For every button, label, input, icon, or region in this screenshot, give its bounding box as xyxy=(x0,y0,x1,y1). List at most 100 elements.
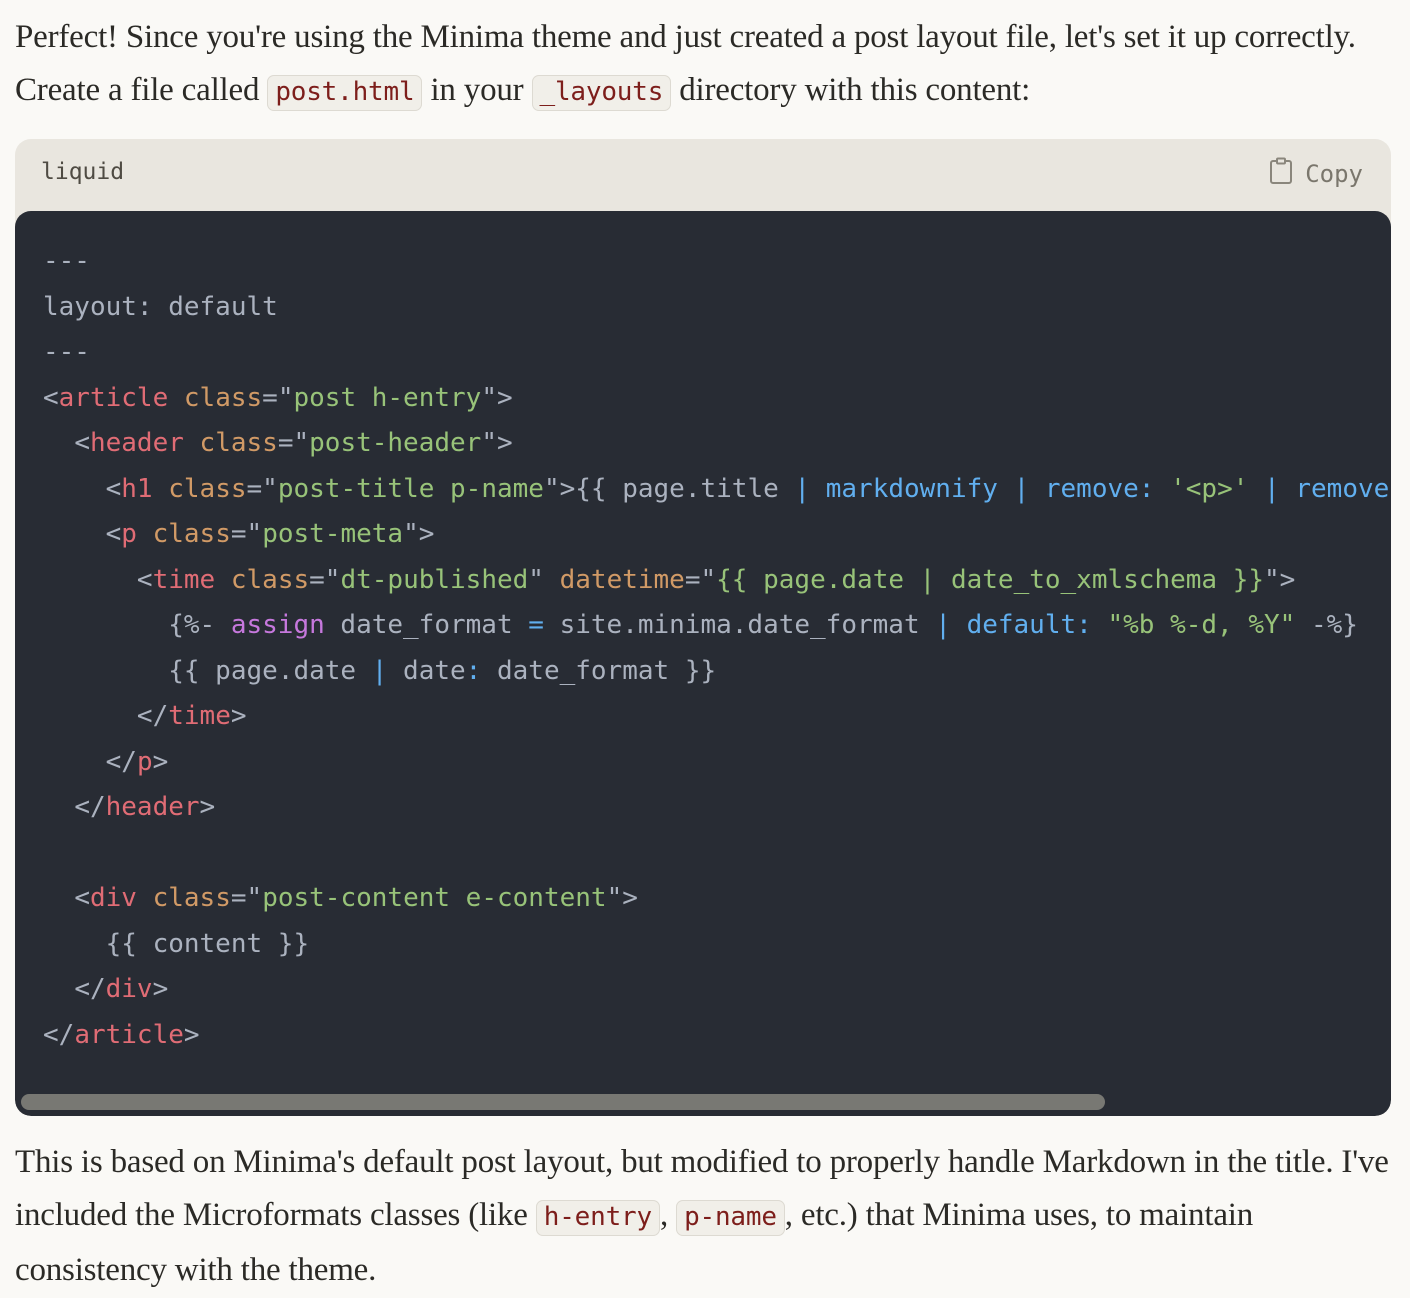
code-token: layout: default xyxy=(43,291,278,322)
code-token: --- xyxy=(43,246,90,276)
code-token: assign xyxy=(230,610,325,640)
code-token: class xyxy=(168,473,247,504)
code-token: post-header xyxy=(309,428,482,458)
code-token: </ xyxy=(43,1019,75,1050)
code-token: dt-published xyxy=(340,564,529,595)
code-token: | default: xyxy=(935,610,1092,640)
code-token: </ xyxy=(136,701,169,731)
code-token: < xyxy=(136,564,153,595)
code-token: "> xyxy=(481,382,513,413)
code-token: = xyxy=(528,610,544,640)
code-token: : xyxy=(465,655,482,686)
code-token: post-meta xyxy=(262,519,404,549)
code-token: date_format xyxy=(324,610,529,640)
code-block: liquid Copy --- layout: default --- <articl… xyxy=(15,139,1391,1116)
code-token: {{ page.title xyxy=(575,473,795,504)
code-token: class xyxy=(152,883,231,913)
code-token: > xyxy=(152,974,169,1004)
code-token: datetime xyxy=(559,564,685,595)
code-line: <article class="post h-entry"> xyxy=(43,376,1391,422)
code-token: date_format }} xyxy=(481,655,717,686)
code-line: {%- assign date_format = site.minima.dat… xyxy=(43,603,1391,649)
code-token: "> xyxy=(606,883,638,913)
code-line: {{ content }} xyxy=(43,922,1391,968)
clipboard-icon xyxy=(1269,157,1293,191)
code-token: > xyxy=(183,1019,200,1050)
code-token: date xyxy=(387,655,466,686)
code-line: </header> xyxy=(43,785,1391,831)
code-token: div xyxy=(89,883,137,913)
copy-button[interactable]: Copy xyxy=(1269,157,1363,191)
code-line: </article> xyxy=(43,1013,1391,1059)
code-token: div xyxy=(105,974,153,1004)
intro-text-2: in your xyxy=(422,72,532,108)
code-token: {{ content }} xyxy=(43,928,310,959)
outro-text-2: , xyxy=(659,1197,677,1233)
code-token: =" xyxy=(246,473,278,504)
code-line: --- xyxy=(43,330,1391,376)
intro-paragraph: Perfect! Since you're using the Minima t… xyxy=(15,11,1395,119)
code-line: layout: default xyxy=(43,285,1391,331)
code-token: | markdownify | remove: xyxy=(794,473,1155,504)
code-token: =" xyxy=(230,519,263,549)
code-token: p xyxy=(121,519,137,549)
code-token: post-title p-name xyxy=(277,473,544,504)
code-line: --- xyxy=(43,239,1391,285)
code-token: --- xyxy=(43,337,90,367)
code-token: </ xyxy=(105,746,137,777)
code-line: {{ page.date | date: date_format }} xyxy=(43,649,1391,695)
inline-code-p-name: p-name xyxy=(676,1200,785,1236)
code-token: < xyxy=(74,883,90,913)
code-language-label: liquid xyxy=(41,159,125,185)
code-token: > xyxy=(199,792,216,822)
outro-paragraph: This is based on Minima's default post l… xyxy=(15,1136,1395,1297)
code-line: </div> xyxy=(43,967,1391,1013)
code-token: {{ page.date | date_to_xmlschema }} xyxy=(716,564,1265,595)
intro-text-3: directory with this content: xyxy=(671,72,1031,108)
code-token: < xyxy=(74,428,90,458)
code-token: header xyxy=(89,428,184,458)
code-token: post h-entry xyxy=(293,382,482,413)
code-token: "> xyxy=(1264,564,1296,595)
inline-code-h-entry: h-entry xyxy=(535,1200,660,1236)
code-line: </time> xyxy=(43,694,1391,740)
copy-label: Copy xyxy=(1305,160,1363,188)
code-token: | remove: '</p>' }} xyxy=(1264,473,1391,504)
code-token: class xyxy=(230,564,310,595)
code-token: time xyxy=(152,564,216,595)
code-line: </p> xyxy=(43,740,1391,786)
inline-code-layouts: _layouts xyxy=(531,75,672,111)
code-token: {{ page.date xyxy=(43,655,372,686)
horizontal-scrollbar[interactable] xyxy=(21,1094,1105,1110)
code-line: <time class="dt-published" datetime="{{ … xyxy=(43,558,1391,604)
code-token: < xyxy=(105,519,122,549)
code-token: -%} xyxy=(1295,610,1358,640)
code-token: "> xyxy=(543,473,576,504)
code-token: article xyxy=(58,382,169,413)
code-token: class xyxy=(183,382,263,413)
code-token: time xyxy=(168,701,231,731)
code-token: =" xyxy=(230,883,263,913)
code-token: "> xyxy=(403,519,435,549)
code-token: </ xyxy=(74,792,106,822)
code-token: "%b %-d, %Y" xyxy=(1107,610,1296,640)
code-block-header: liquid Copy xyxy=(15,139,1391,211)
code-token: =" xyxy=(277,428,310,458)
code-token: =" xyxy=(262,382,294,413)
code-token: > xyxy=(152,746,169,777)
